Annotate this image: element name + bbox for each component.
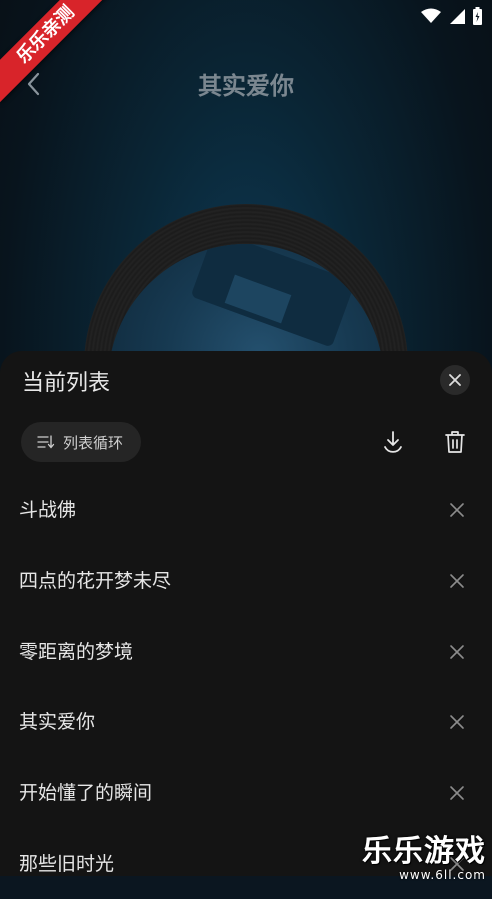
song-name: 那些旧时光	[19, 853, 115, 875]
download-icon[interactable]	[380, 429, 406, 455]
close-icon[interactable]	[448, 501, 466, 519]
list-item[interactable]: 四点的花开梦未尽	[0, 546, 492, 616]
close-icon[interactable]	[448, 643, 466, 661]
close-icon[interactable]	[448, 784, 466, 802]
song-name: 开始懂了的瞬间	[19, 782, 153, 804]
list-item[interactable]: 斗战佛	[0, 475, 492, 545]
playlist-sheet: 当前列表 列表循环 斗战佛 四点的花开梦未尽 零距离的梦境 其实爱你 开始懂了的…	[0, 351, 492, 876]
list-item[interactable]: 开始懂了的瞬间	[0, 758, 492, 828]
song-name: 四点的花开梦未尽	[19, 570, 172, 592]
watermark: 乐乐游戏 www.6ll.com	[362, 826, 486, 882]
sheet-title: 当前列表	[22, 371, 111, 396]
list-loop-icon	[37, 435, 55, 449]
watermark-brand: 乐乐游戏	[362, 834, 486, 869]
play-mode-button[interactable]: 列表循环	[21, 422, 141, 462]
list-item[interactable]: 零距离的梦境	[0, 617, 492, 687]
song-name: 斗战佛	[19, 499, 77, 521]
play-mode-label: 列表循环	[63, 433, 124, 452]
song-title: 其实爱你	[198, 72, 294, 100]
watermark-url: www.6ll.com	[399, 868, 486, 882]
close-icon[interactable]	[448, 572, 466, 590]
trash-icon[interactable]	[444, 429, 466, 455]
signal-icon	[450, 9, 465, 24]
song-name: 其实爱你	[19, 711, 96, 733]
close-icon[interactable]	[448, 713, 466, 731]
battery-icon	[473, 7, 482, 25]
close-button[interactable]	[440, 365, 470, 395]
song-name: 零距离的梦境	[19, 641, 134, 663]
wifi-icon	[421, 8, 441, 23]
close-icon	[449, 374, 461, 386]
list-item[interactable]: 其实爱你	[0, 687, 492, 757]
